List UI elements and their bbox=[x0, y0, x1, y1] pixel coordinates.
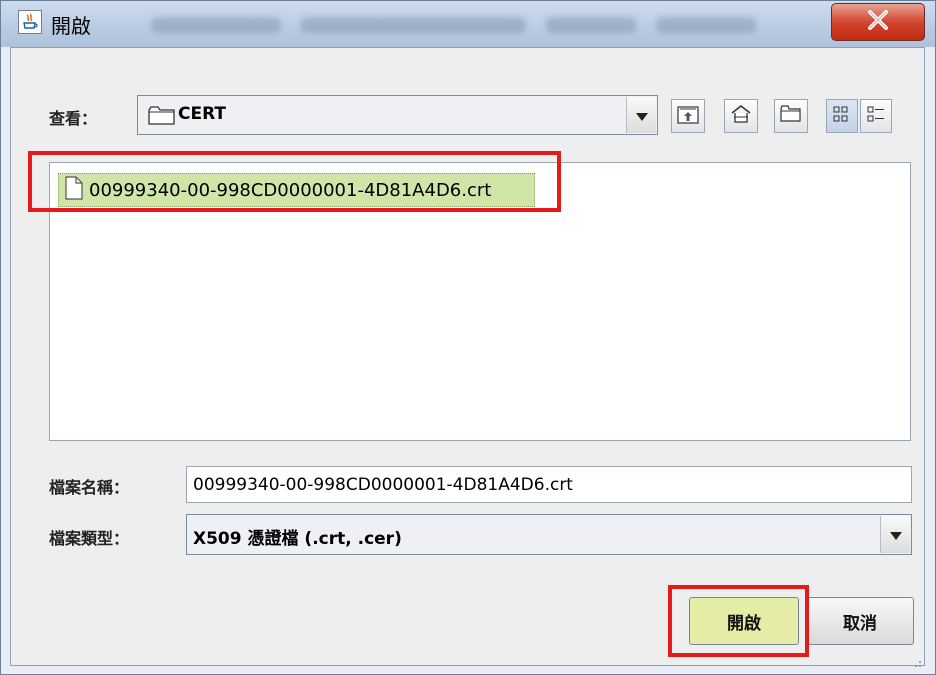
details-view-button[interactable] bbox=[860, 99, 892, 133]
dialog-body: 查看： CERT 00999340-00-998CD0000001-4D81A4… bbox=[10, 47, 925, 667]
java-app-icon bbox=[18, 10, 42, 34]
lookin-label: 查看： bbox=[49, 109, 98, 128]
home-button[interactable] bbox=[724, 99, 758, 133]
background-blur bbox=[151, 17, 281, 33]
lookin-dropdown-button[interactable] bbox=[626, 97, 656, 133]
up-folder-icon bbox=[677, 104, 699, 128]
close-button[interactable] bbox=[831, 3, 925, 41]
window-title: 開啟 bbox=[51, 14, 91, 38]
resize-grip[interactable] bbox=[912, 653, 922, 667]
new-folder-button[interactable] bbox=[774, 99, 808, 133]
home-icon bbox=[730, 104, 752, 128]
list-view-icon bbox=[832, 104, 852, 128]
cancel-button[interactable]: 取消 bbox=[806, 597, 914, 645]
background-blur bbox=[656, 17, 756, 33]
open-file-dialog: 開啟 查看： CERT 00999340-00-998CD0000001-4D8… bbox=[0, 0, 936, 675]
lookin-combobox[interactable]: CERT bbox=[137, 95, 658, 135]
filetype-combobox[interactable]: X509 憑證檔 (.crt, .cer) bbox=[186, 514, 912, 555]
highlight-box-open-button bbox=[668, 585, 809, 657]
title-bar[interactable]: 開啟 bbox=[1, 1, 935, 47]
list-view-button[interactable] bbox=[826, 99, 858, 133]
close-icon bbox=[867, 10, 889, 34]
filetype-label: 檔案類型： bbox=[49, 529, 130, 548]
filename-label: 檔案名稱： bbox=[49, 478, 130, 497]
background-blur bbox=[301, 17, 526, 33]
filename-input[interactable] bbox=[186, 466, 912, 503]
lookin-value: CERT bbox=[178, 104, 227, 124]
new-folder-icon bbox=[780, 105, 802, 127]
filetype-dropdown-button[interactable] bbox=[880, 516, 910, 553]
background-blur bbox=[546, 17, 636, 33]
folder-icon bbox=[148, 106, 176, 130]
highlight-box-file bbox=[28, 151, 561, 212]
chevron-down-icon bbox=[889, 525, 902, 544]
chevron-down-icon bbox=[635, 106, 648, 125]
up-folder-button[interactable] bbox=[671, 99, 705, 133]
details-view-icon bbox=[866, 104, 886, 128]
filetype-value: X509 憑證檔 (.crt, .cer) bbox=[193, 529, 402, 549]
